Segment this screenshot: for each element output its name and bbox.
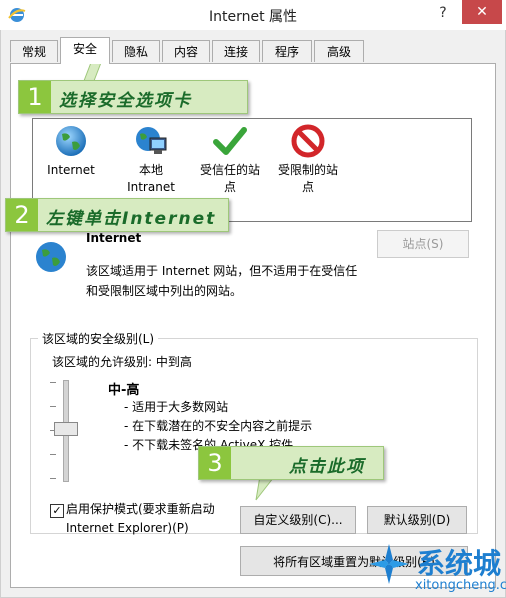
callout-number: 3 — [199, 447, 231, 479]
intranet-icon — [134, 124, 168, 158]
zone-label: Internet — [47, 163, 95, 177]
watermark-logo-icon — [369, 544, 409, 584]
callout-number: 1 — [19, 81, 51, 113]
tab-advanced[interactable]: 高级 — [314, 40, 364, 62]
protected-mode-label: 启用保护模式(要求重新启动 Internet Explorer)(P) — [66, 502, 215, 535]
watermark-brand: 系统城 — [417, 547, 502, 580]
help-button[interactable]: ? — [428, 2, 458, 24]
level-bullet: - 在下载潜在的不安全内容之前提示 — [124, 419, 313, 433]
level-bullet: - 适用于大多数网站 — [124, 400, 229, 414]
zone-description: 该区域适用于 Internet 网站，但不适用于在受信任 和受限制区域中列出的网… — [86, 264, 358, 298]
selected-zone-name: Internet — [86, 231, 142, 245]
slider-tick — [50, 382, 56, 383]
watermark-url: xitongcheng.com — [415, 578, 506, 593]
tab-connections[interactable]: 连接 — [212, 40, 260, 62]
slider-tick — [50, 478, 56, 479]
protected-mode-checkbox[interactable]: ✓ — [50, 504, 64, 518]
callout-text: 点击此项 — [289, 457, 365, 477]
zone-internet[interactable]: Internet — [38, 124, 104, 179]
tab-content[interactable]: 内容 — [162, 40, 210, 62]
site-watermark: 系统城 xitongcheng.com — [365, 540, 506, 598]
zone-trusted-sites[interactable]: 受信任的站 点 — [194, 124, 266, 196]
default-level-button[interactable]: 默认级别(D) — [367, 506, 467, 534]
zone-local-intranet[interactable]: 本地 Intranet — [118, 124, 184, 196]
tab-programs[interactable]: 程序 — [262, 40, 312, 62]
slider-tick — [50, 406, 56, 407]
globe-icon — [54, 124, 88, 158]
slider-tick — [50, 454, 56, 455]
tab-security[interactable]: 安全 — [60, 37, 110, 64]
title-bar: Internet 属性 ? ✕ — [0, 0, 506, 30]
callout-text: 左键单击Internet — [46, 209, 217, 229]
level-name: 中-高 — [108, 383, 140, 398]
custom-level-button[interactable]: 自定义级别(C)... — [240, 506, 356, 534]
callout-text: 选择安全选项卡 — [59, 91, 192, 111]
tab-general[interactable]: 常规 — [10, 40, 58, 62]
security-level-label: 该区域的安全级别(L) — [38, 330, 159, 347]
zone-label: 受限制的站 点 — [277, 163, 338, 194]
prohibited-icon — [291, 124, 325, 158]
callout-click-internet: 2 左键单击Internet — [5, 198, 229, 232]
zone-label: 受信任的站 点 — [199, 163, 260, 194]
security-slider-thumb[interactable] — [54, 422, 78, 436]
checkmark-icon — [213, 124, 247, 158]
allowed-level-label: 该区域的允许级别: 中到高 — [52, 355, 192, 369]
close-button[interactable]: ✕ — [462, 0, 502, 24]
zone-label: 本地 Intranet — [127, 163, 175, 194]
zone-restricted-sites[interactable]: 受限制的站 点 — [272, 124, 344, 196]
callout-select-security-tab: 1 选择安全选项卡 — [18, 80, 248, 114]
callout-click-custom-level: 3 点击此项 — [198, 446, 384, 480]
selected-zone-icon — [34, 240, 68, 274]
sites-button[interactable]: 站点(S) — [377, 230, 469, 258]
callout-number: 2 — [6, 199, 38, 231]
